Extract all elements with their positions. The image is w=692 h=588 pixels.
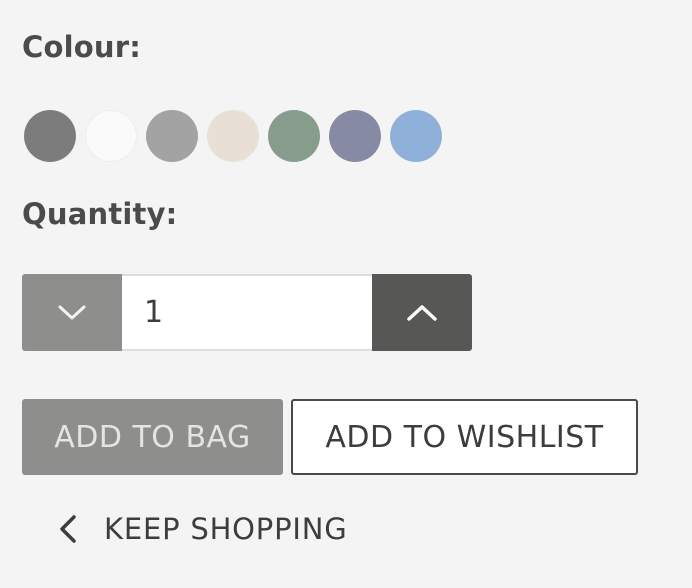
colour-swatch-oatmeal[interactable] (207, 110, 259, 162)
add-to-bag-button[interactable]: ADD TO BAG (22, 399, 283, 475)
chevron-left-icon (60, 515, 76, 543)
quantity-label: Quantity: (22, 197, 178, 231)
quantity-decrease-button[interactable] (22, 274, 122, 351)
keep-shopping-link[interactable]: KEEP SHOPPING (58, 506, 348, 552)
chevron-down-icon (58, 305, 86, 319)
colour-swatch-sage[interactable] (268, 110, 320, 162)
add-to-wishlist-button[interactable]: ADD TO WISHLIST (291, 399, 638, 475)
quantity-increase-button[interactable] (372, 274, 472, 351)
colour-swatch-slate-blue[interactable] (329, 110, 381, 162)
colour-swatch-charcoal[interactable] (24, 110, 76, 162)
keep-shopping-label: KEEP SHOPPING (104, 512, 348, 546)
quantity-input[interactable] (122, 274, 372, 351)
colour-swatch-grey[interactable] (146, 110, 198, 162)
colour-swatch-white[interactable] (85, 110, 137, 162)
colour-swatch-sky-blue[interactable] (390, 110, 442, 162)
product-options-panel: Colour: Quantity: ADD TO BAG ADD TO WISH… (0, 0, 692, 588)
quantity-stepper (22, 274, 472, 351)
chevron-up-icon (407, 304, 437, 321)
colour-label: Colour: (22, 30, 142, 64)
colour-swatch-list (24, 110, 442, 162)
